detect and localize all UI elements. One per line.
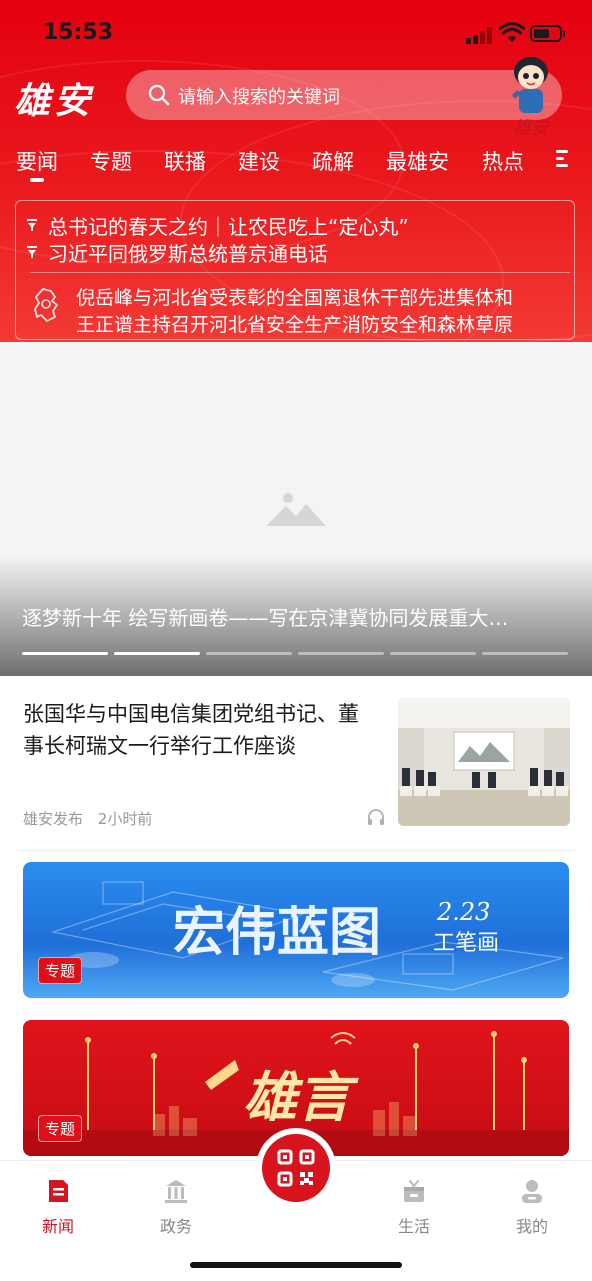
scan-button[interactable]: [262, 1134, 330, 1202]
article-source: 雄安发布: [23, 810, 84, 828]
tabbar-government[interactable]: 政务: [136, 1177, 216, 1237]
carousel-dot[interactable]: [390, 652, 476, 655]
topic-tag: 专题: [38, 1115, 83, 1142]
status-time: 15:53: [43, 20, 114, 45]
carousel-dot[interactable]: [114, 652, 200, 655]
hebei-map-icon: [34, 288, 58, 322]
card-title: 雄言: [243, 1065, 359, 1129]
category-tabs: 要闻 专题 联播 建设 疏解 最雄安 热点: [0, 140, 592, 186]
article-title[interactable]: 张国华与中国电信集团党组书记、董事长柯瑞文一行举行工作座谈: [23, 698, 373, 762]
carousel-dot[interactable]: [206, 652, 292, 655]
search-input[interactable]: 请输入搜索的关键词: [126, 70, 562, 120]
profile-icon: [522, 1180, 542, 1203]
mascot-icon[interactable]: 雄安: [498, 52, 568, 152]
province-news-item[interactable]: 王正谱主持召开河北省安全生产消防安全和森林草原: [76, 310, 566, 337]
tab-construction[interactable]: 建设: [238, 146, 280, 176]
carousel-dot[interactable]: [298, 652, 384, 655]
app-header: 15:53 雄安 请输入搜索的关键词 雄安 要闻 专题 联播 建设 疏解 最雄安…: [0, 0, 592, 342]
tabbar-label: 新闻: [41, 1217, 74, 1236]
card-date: 2.23: [436, 898, 490, 926]
carousel-dot[interactable]: [22, 652, 108, 655]
headline-item[interactable]: 总书记的春天之约｜让农民吃上“定心丸”: [48, 211, 409, 240]
news-icon: [49, 1180, 68, 1202]
tabbar-news[interactable]: 新闻: [18, 1177, 98, 1237]
tabbar-label: 我的: [515, 1217, 548, 1236]
app-logo: 雄安: [14, 80, 95, 122]
tab-headlines[interactable]: 要闻: [16, 146, 58, 176]
pin-icon: [27, 219, 37, 231]
wifi-icon: [499, 22, 525, 42]
search-placeholder: 请输入搜索的关键词: [178, 87, 340, 108]
province-news-item[interactable]: 倪岳峰与河北省受表彰的全国离退休干部先进集体和: [76, 283, 566, 310]
tab-most-xiongan[interactable]: 最雄安: [386, 146, 449, 176]
cellular-signal-icon: [466, 26, 496, 44]
tab-broadcast[interactable]: 联播: [164, 146, 206, 176]
article-time: 2小时前: [97, 810, 153, 828]
pin-icon: [27, 246, 37, 258]
tabbar-life[interactable]: 生活: [374, 1177, 454, 1237]
tabbar-profile[interactable]: 我的: [492, 1177, 572, 1237]
headphones-icon[interactable]: [366, 808, 386, 826]
life-icon: [404, 1179, 424, 1202]
tab-hot[interactable]: 热点: [482, 146, 524, 176]
news-list-item[interactable]: 张国华与中国电信集团党组书记、董事长柯瑞文一行举行工作座谈 雄安发布 2小时前: [0, 684, 592, 850]
carousel-dot[interactable]: [482, 652, 568, 655]
government-icon: [165, 1180, 187, 1203]
blueprint-illustration: 宏伟蓝图 2.23 工笔画: [50, 881, 564, 991]
qr-code-icon: [277, 1149, 315, 1187]
tabs-menu-icon[interactable]: [556, 150, 568, 171]
card-title: 宏伟蓝图: [173, 902, 381, 963]
mascot-caption: 雄安: [513, 118, 551, 139]
card-subtitle: 工笔画: [433, 931, 499, 956]
search-icon: [148, 84, 170, 106]
carousel-indicator: [22, 652, 570, 656]
topic-card[interactable]: 宏伟蓝图 2.23 工笔画 专题: [23, 862, 569, 998]
tabbar-label: 政务: [159, 1217, 192, 1236]
topic-tag: 专题: [38, 957, 83, 984]
article-thumbnail[interactable]: [398, 698, 570, 826]
banner-carousel[interactable]: 逐梦新十年 绘写新画卷——写在京津冀协同发展重大…: [0, 342, 592, 676]
banner-title[interactable]: 逐梦新十年 绘写新画卷——写在京津冀协同发展重大…: [22, 602, 574, 631]
list-divider: [18, 850, 574, 851]
headline-item[interactable]: 习近平同俄罗斯总统普京通电话: [48, 238, 328, 267]
tabbar-label: 生活: [397, 1217, 430, 1236]
headline-divider: [30, 272, 570, 273]
battery-icon: [530, 25, 565, 42]
tab-topics[interactable]: 专题: [90, 146, 132, 176]
active-tab-indicator: [30, 178, 44, 182]
tab-relocation[interactable]: 疏解: [312, 146, 354, 176]
image-placeholder-icon: [266, 493, 326, 526]
article-meta: 雄安发布 2小时前: [23, 808, 162, 829]
home-indicator: [190, 1262, 402, 1268]
